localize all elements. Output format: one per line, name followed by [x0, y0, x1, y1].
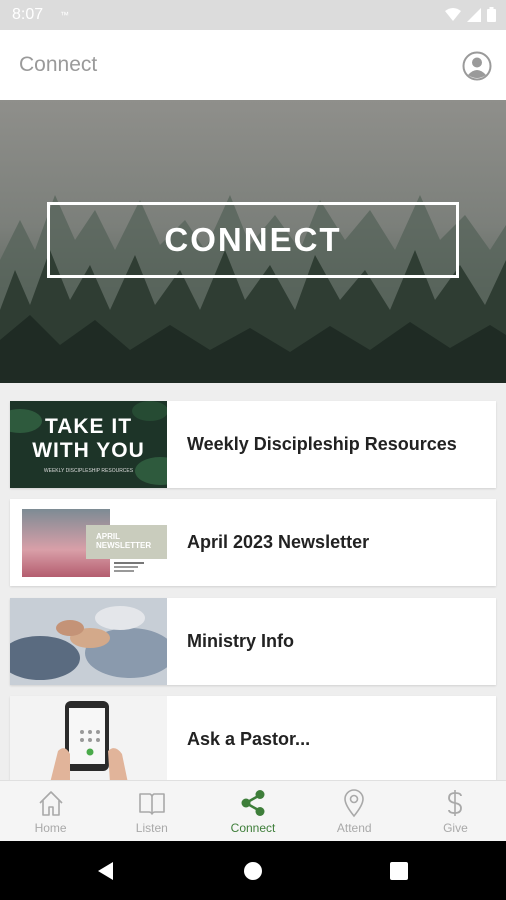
card-label: April 2023 Newsletter: [187, 532, 370, 552]
location-pin-icon: [344, 789, 365, 818]
tab-label: Listen: [135, 821, 168, 835]
account-circle-icon[interactable]: [462, 51, 492, 81]
thumb-subtitle: WEEKLY DISCIPLESHIP RESOURCES: [43, 468, 134, 474]
hero-banner: CONNECT: [0, 100, 506, 383]
hero-title: CONNECT: [164, 221, 342, 258]
list-item-april-newsletter[interactable]: APRIL NEWSLETTER April 2023 Newsletter: [10, 499, 496, 586]
thumb-title-line1: TAKE IT: [44, 415, 133, 438]
hero-title-box: CONNECT: [47, 202, 459, 278]
tab-label: Attend: [336, 821, 372, 835]
wifi-icon: [445, 7, 461, 21]
battery-icon: [487, 7, 496, 22]
discipleship-thumbnail: TAKE IT WITH YOU WEEKLY DISCIPLESHIP RES…: [10, 401, 167, 488]
thumb-title: TAKE IT WITH YOU: [10, 415, 167, 463]
tab-attend[interactable]: Attend: [304, 781, 405, 842]
list-item-ministry-info[interactable]: Ministry Info: [10, 598, 496, 685]
phone-photo: [10, 696, 167, 780]
share-icon: [241, 790, 265, 816]
dollar-icon: [448, 790, 463, 816]
card-label: Ask a Pastor...: [187, 729, 311, 749]
tab-label: Give: [443, 821, 468, 835]
tab-label: Home: [34, 821, 67, 835]
ministry-thumbnail: [10, 598, 167, 685]
tab-home[interactable]: Home: [0, 781, 101, 842]
pastor-thumbnail: [10, 696, 167, 780]
card-label: Weekly Discipleship Resources: [187, 434, 457, 454]
newsletter-thumbnail: APRIL NEWSLETTER: [10, 499, 167, 586]
list-item-weekly-discipleship[interactable]: TAKE IT WITH YOU WEEKLY DISCIPLESHIP RES…: [10, 401, 496, 488]
resource-list: TAKE IT WITH YOU WEEKLY DISCIPLESHIP RES…: [0, 383, 506, 780]
tab-label: Connect: [230, 821, 276, 835]
status-time: 8:07: [12, 6, 44, 23]
recents-icon[interactable]: [390, 862, 408, 880]
status-icons: [445, 7, 496, 22]
thumb-title-line2: NEWSLETTER: [96, 541, 152, 550]
thumb-title-line2: WITH YOU: [32, 439, 145, 462]
signal-icon: [467, 7, 481, 22]
status-trademark: ™: [60, 10, 69, 20]
hands-photo: [10, 598, 167, 685]
system-nav-bar: [0, 841, 506, 900]
tab-connect[interactable]: Connect: [202, 781, 303, 842]
thumb-title: APRIL NEWSLETTER: [96, 532, 151, 550]
page-title: Connect: [19, 53, 98, 76]
list-item-ask-a-pastor[interactable]: Ask a Pastor...: [10, 696, 496, 780]
tab-give[interactable]: Give: [405, 781, 506, 842]
book-icon: [138, 793, 165, 815]
card-label: Ministry Info: [187, 631, 294, 651]
thumb-title-line1: APRIL: [96, 532, 120, 541]
home-nav-icon[interactable]: [243, 861, 263, 881]
bottom-tab-bar: Home Listen Connect Attend Give: [0, 780, 506, 842]
status-bar: 8:07 ™: [0, 0, 506, 30]
tab-listen[interactable]: Listen: [101, 781, 202, 842]
app-bar: Connect: [0, 30, 506, 101]
home-icon: [39, 791, 63, 816]
back-icon[interactable]: [96, 861, 116, 881]
